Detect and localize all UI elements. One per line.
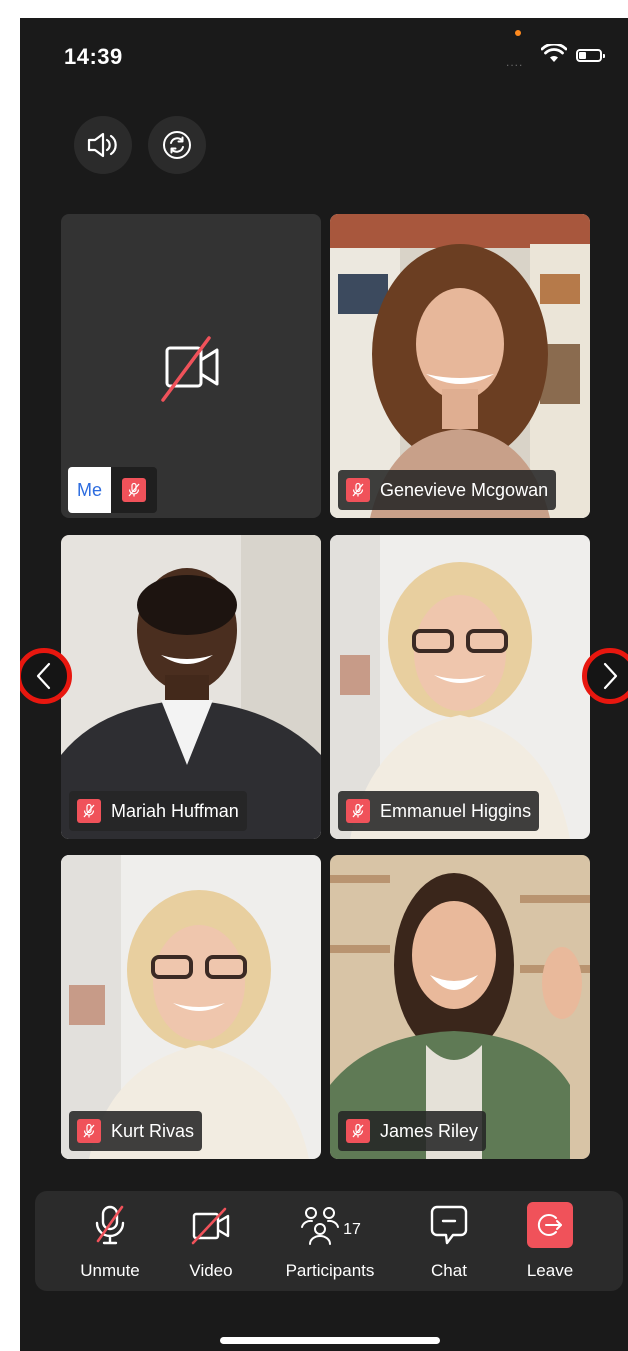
speaker-icon: [87, 132, 117, 158]
video-tile-me[interactable]: Me: [61, 214, 321, 518]
camera-off-icon: [161, 336, 219, 402]
participant-name: Emmanuel Higgins: [380, 800, 532, 821]
participant-name-tag: James Riley: [338, 1111, 487, 1151]
chat-icon: [430, 1205, 468, 1245]
self-mute-status: [111, 467, 157, 513]
mic-muted-icon: [122, 478, 146, 502]
participant-name-tag: Mariah Huffman: [69, 791, 247, 831]
leave-icon-box: [527, 1202, 573, 1248]
participants-icon: [301, 1207, 340, 1245]
video-off-icon: [191, 1207, 230, 1245]
participant-name-tag: Kurt Rivas: [69, 1111, 203, 1151]
participants-button[interactable]: 17 Participants: [278, 1191, 382, 1291]
mic-off-icon: [95, 1205, 125, 1245]
chevron-left-icon: [36, 662, 51, 690]
video-tile[interactable]: James Riley: [330, 855, 590, 1159]
speaker-button[interactable]: [74, 116, 132, 174]
mic-muted-icon: [346, 799, 370, 823]
participant-name-tag: Emmanuel Higgins: [338, 791, 540, 831]
participant-name: Genevieve Mcgowan: [380, 479, 549, 500]
participant-name: Kurt Rivas: [111, 1120, 195, 1141]
participant-name: James Riley: [380, 1120, 479, 1141]
home-indicator[interactable]: [220, 1337, 440, 1344]
cellular-signal-icon: ....: [506, 55, 524, 69]
chevron-right-icon: [603, 662, 618, 690]
meeting-screen: 14:39 .... Me Genevieve Mcgowan Mariah H…: [20, 18, 628, 1351]
wifi-icon: [540, 42, 568, 69]
battery-icon: [576, 49, 605, 62]
video-button[interactable]: Video: [181, 1191, 241, 1291]
leave-icon: [537, 1214, 562, 1236]
participants-label: Participants: [285, 1261, 375, 1280]
chat-button[interactable]: Chat: [422, 1191, 476, 1291]
video-label: Video: [189, 1261, 233, 1280]
self-label: Me: [68, 467, 111, 513]
meeting-toolbar: Unmute Video 17 Participants Chat Leave: [35, 1191, 623, 1291]
participant-name: Mariah Huffman: [111, 800, 239, 821]
mic-muted-icon: [77, 799, 101, 823]
participants-count: 17: [343, 1221, 361, 1238]
unmute-label: Unmute: [80, 1261, 140, 1280]
mic-muted-icon: [346, 1119, 370, 1143]
participant-name-tag: Genevieve Mcgowan: [338, 470, 557, 510]
status-time: 14:39: [64, 44, 123, 69]
recording-indicator-dot: [515, 30, 521, 36]
video-tile[interactable]: Genevieve Mcgowan: [330, 214, 590, 518]
mic-muted-icon: [77, 1119, 101, 1143]
switch-camera-icon: [163, 131, 191, 159]
video-tile[interactable]: Emmanuel Higgins: [330, 535, 590, 839]
self-name-tag: Me: [68, 467, 157, 513]
mic-muted-icon: [346, 478, 370, 502]
video-tile[interactable]: Kurt Rivas: [61, 855, 321, 1159]
video-tile[interactable]: Mariah Huffman: [61, 535, 321, 839]
unmute-button[interactable]: Unmute: [75, 1191, 145, 1291]
switch-camera-button[interactable]: [148, 116, 206, 174]
leave-button[interactable]: Leave: [519, 1191, 581, 1291]
chat-label: Chat: [431, 1261, 467, 1280]
leave-label: Leave: [526, 1261, 574, 1280]
